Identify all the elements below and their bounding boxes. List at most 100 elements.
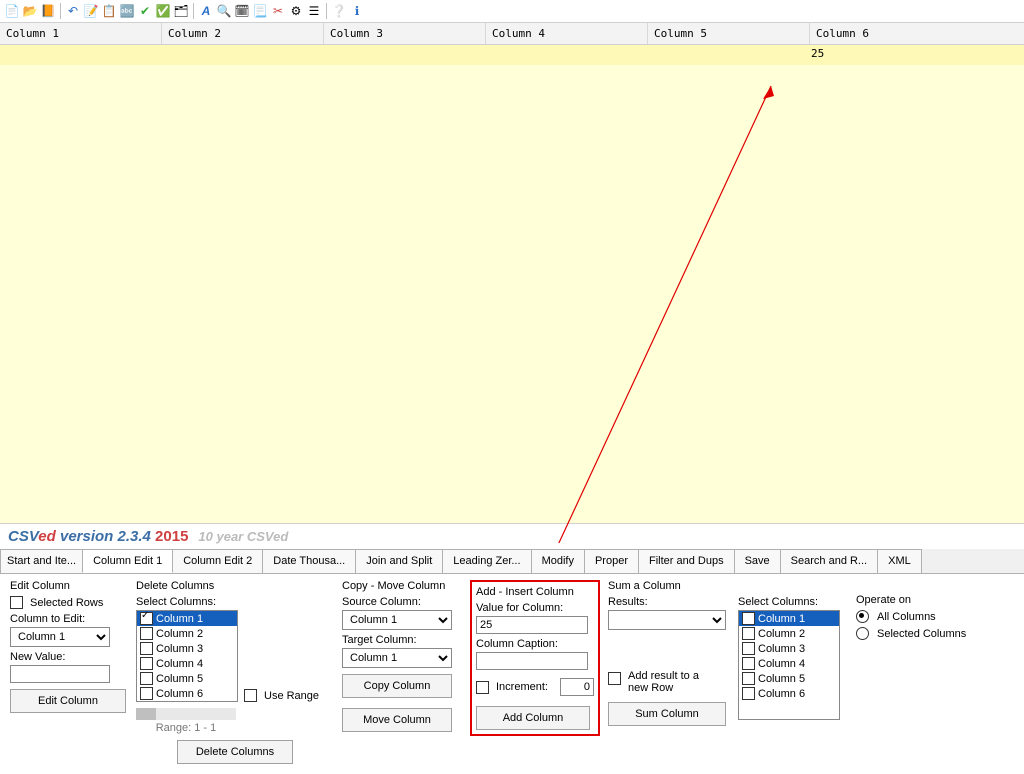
tab-proper[interactable]: Proper: [584, 549, 639, 573]
column-caption-input[interactable]: [476, 652, 588, 670]
help-icon[interactable]: ❔: [331, 3, 347, 19]
results-select[interactable]: [608, 610, 726, 630]
list-item[interactable]: Column 6: [137, 686, 237, 701]
move-column-button[interactable]: Move Column: [342, 708, 452, 732]
add-result-checkbox[interactable]: Add result to a new Row: [608, 670, 728, 694]
tab-save[interactable]: Save: [734, 549, 781, 573]
checkbox-icon[interactable]: [140, 672, 153, 685]
table-row[interactable]: 25: [0, 45, 1024, 65]
list-icon[interactable]: ☰: [306, 3, 322, 19]
new-value-input[interactable]: [10, 665, 110, 683]
selected-rows-checkbox[interactable]: Selected Rows: [10, 596, 128, 609]
column-header[interactable]: Column 5: [648, 23, 810, 44]
list-item[interactable]: Column 5: [137, 671, 237, 686]
checkbox-icon[interactable]: [140, 612, 153, 625]
list-item[interactable]: Column 4: [739, 656, 839, 671]
column-header[interactable]: Column 1: [0, 23, 162, 44]
grid-cell[interactable]: [644, 45, 805, 65]
tab-column-edit-2[interactable]: Column Edit 2: [172, 549, 263, 573]
open-icon[interactable]: 📂: [22, 3, 38, 19]
sum-column-button[interactable]: Sum Column: [608, 702, 726, 726]
tab-start[interactable]: Start and Ite...: [0, 549, 83, 573]
checkbox-icon[interactable]: [742, 657, 755, 670]
checkbox-icon[interactable]: [742, 672, 755, 685]
add-insert-panel: Add - Insert Column Value for Column: Co…: [470, 580, 600, 736]
radio-icon[interactable]: [856, 610, 869, 623]
tab-xml[interactable]: XML: [877, 549, 922, 573]
list-item[interactable]: Column 5: [739, 671, 839, 686]
font-icon[interactable]: A: [198, 3, 214, 19]
edit-icon[interactable]: 📝: [83, 3, 99, 19]
checkbox-icon[interactable]: [742, 612, 755, 625]
checkbox-icon[interactable]: [140, 627, 153, 640]
tab-column-edit-1[interactable]: Column Edit 1: [82, 549, 173, 573]
grid-cell[interactable]: 25: [805, 45, 946, 65]
checkbox-icon[interactable]: [742, 687, 755, 700]
new-icon[interactable]: 📄: [4, 3, 20, 19]
range-slider[interactable]: [136, 708, 236, 720]
column-header[interactable]: Column 6: [810, 23, 951, 44]
increment-checkbox[interactable]: [476, 681, 489, 694]
target-column-select[interactable]: Column 1: [342, 648, 452, 668]
use-range-checkbox[interactable]: Use Range: [244, 689, 319, 702]
highlight-icon[interactable]: 📋: [101, 3, 117, 19]
list-item[interactable]: Column 6: [739, 686, 839, 701]
grid-cell[interactable]: [322, 45, 483, 65]
grid-cell[interactable]: [161, 45, 322, 65]
list-item[interactable]: Column 3: [739, 641, 839, 656]
column-header[interactable]: Column 2: [162, 23, 324, 44]
add-column-button[interactable]: Add Column: [476, 706, 590, 730]
book-icon[interactable]: 📙: [40, 3, 56, 19]
grid-cell[interactable]: [0, 45, 161, 65]
column-to-edit-select[interactable]: Column 1: [10, 627, 110, 647]
tab-modify[interactable]: Modify: [531, 549, 585, 573]
tab-date-thousand[interactable]: Date Thousa...: [262, 549, 356, 573]
checkbox-icon[interactable]: [742, 627, 755, 640]
sum-columns-listbox[interactable]: Column 1 Column 2 Column 3 Column 4 Colu…: [738, 610, 840, 720]
selected-columns-radio[interactable]: Selected Columns: [856, 627, 976, 640]
delete-columns-listbox[interactable]: Column 1 Column 2 Column 3 Column 4 Colu…: [136, 610, 238, 702]
checkbox-icon[interactable]: [140, 657, 153, 670]
gear-icon[interactable]: ⚙: [288, 3, 304, 19]
grid-body[interactable]: 25: [0, 45, 1024, 523]
edit-column-button[interactable]: Edit Column: [10, 689, 126, 713]
tools-icon[interactable]: ✂: [270, 3, 286, 19]
checkbox-icon[interactable]: [742, 642, 755, 655]
value-for-column-input[interactable]: [476, 616, 588, 634]
tab-join-split[interactable]: Join and Split: [355, 549, 443, 573]
column-header[interactable]: Column 4: [486, 23, 648, 44]
list-item[interactable]: Column 4: [137, 656, 237, 671]
delete-columns-button[interactable]: Delete Columns: [177, 740, 293, 764]
menu-icon[interactable]: 🗂: [173, 3, 189, 19]
checkbox-icon[interactable]: [608, 672, 621, 685]
find-icon[interactable]: 🔤: [119, 3, 135, 19]
checkbox-icon[interactable]: [140, 687, 153, 700]
tab-filter-dups[interactable]: Filter and Dups: [638, 549, 735, 573]
list-item[interactable]: Column 1: [137, 611, 237, 626]
check-icon[interactable]: ✔: [137, 3, 153, 19]
checkbox-icon[interactable]: [244, 689, 257, 702]
list-item[interactable]: Column 3: [137, 641, 237, 656]
undo-icon[interactable]: ↶: [65, 3, 81, 19]
zoom-icon[interactable]: 🔍: [216, 3, 232, 19]
all-columns-radio[interactable]: All Columns: [856, 610, 976, 623]
checkbox-icon[interactable]: [140, 642, 153, 655]
calendar-icon[interactable]: 🗓: [234, 3, 250, 19]
list-item[interactable]: Column 2: [739, 626, 839, 641]
grid-cell[interactable]: [483, 45, 644, 65]
shield-icon[interactable]: ✅: [155, 3, 171, 19]
increment-input[interactable]: [560, 678, 594, 696]
list-item[interactable]: Column 1: [739, 611, 839, 626]
page-icon[interactable]: 📃: [252, 3, 268, 19]
copy-column-button[interactable]: Copy Column: [342, 674, 452, 698]
tab-leading-zero[interactable]: Leading Zer...: [442, 549, 531, 573]
source-column-select[interactable]: Column 1: [342, 610, 452, 630]
tab-search-replace[interactable]: Search and R...: [780, 549, 878, 573]
checkbox-label: Selected Rows: [30, 597, 103, 609]
results-label: Results:: [608, 596, 728, 608]
column-header[interactable]: Column 3: [324, 23, 486, 44]
radio-icon[interactable]: [856, 627, 869, 640]
info-icon[interactable]: ℹ: [349, 3, 365, 19]
checkbox-icon[interactable]: [10, 596, 23, 609]
list-item[interactable]: Column 2: [137, 626, 237, 641]
